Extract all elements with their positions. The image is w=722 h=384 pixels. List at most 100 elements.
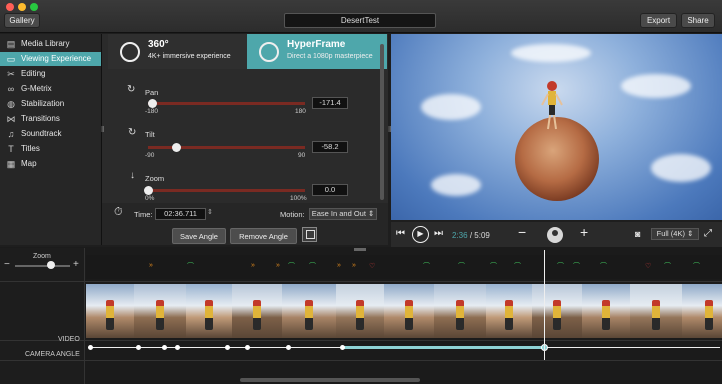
save-angle-button[interactable]: Save Angle bbox=[172, 228, 226, 244]
current-time: 2:36 bbox=[452, 231, 468, 240]
pan-min-label: -180 bbox=[145, 108, 159, 115]
gmetrix-marker[interactable]: ⌒ bbox=[458, 261, 465, 271]
timeline-scrollbar[interactable] bbox=[240, 378, 420, 382]
mode-360-option[interactable]: 360° 4K+ immersive experience bbox=[108, 34, 247, 69]
gmetrix-marker[interactable]: ⌒ bbox=[600, 261, 607, 271]
favorite-marker[interactable]: ♡ bbox=[369, 262, 375, 270]
keyframe-dot[interactable] bbox=[286, 345, 291, 350]
transition-marker[interactable]: » bbox=[251, 262, 255, 269]
filmstrip-rider bbox=[652, 300, 660, 330]
zoom-min-label: 0% bbox=[145, 195, 155, 202]
keyframe-dot[interactable] bbox=[245, 345, 250, 350]
timeline-zoom-handle[interactable] bbox=[47, 261, 55, 269]
zoom-in-button[interactable]: + bbox=[580, 224, 588, 240]
sidebar-item-titles[interactable]: T Titles bbox=[0, 142, 101, 156]
motion-select[interactable]: Ease In and Out ⇕ bbox=[309, 208, 377, 220]
sidebar-item-media-library[interactable]: ▤ Media Library bbox=[0, 37, 101, 51]
gmetrix-marker[interactable]: ⌒ bbox=[490, 261, 497, 271]
keyframe-dot[interactable] bbox=[136, 345, 141, 350]
sidebar-item-soundtrack[interactable]: ♫ Soundtrack bbox=[0, 127, 101, 141]
video-preview[interactable] bbox=[391, 34, 722, 220]
video-filmstrip[interactable] bbox=[86, 284, 722, 338]
sidebar-item-transitions[interactable]: ⋈ Transitions bbox=[0, 112, 101, 126]
remove-angle-button[interactable]: Remove Angle bbox=[230, 228, 297, 244]
playhead[interactable] bbox=[544, 250, 545, 360]
project-title-field[interactable]: DesertTest bbox=[284, 13, 436, 28]
transition-marker[interactable]: » bbox=[149, 262, 153, 269]
timeline-resize-handle[interactable] bbox=[354, 248, 366, 251]
avatar-head bbox=[552, 230, 558, 236]
zoom-value-input[interactable]: 0.0 bbox=[312, 184, 348, 196]
pan-slider-handle[interactable] bbox=[147, 99, 157, 108]
time-stepper[interactable]: ⇕ bbox=[207, 208, 213, 216]
camera-snapshot-icon[interactable]: ◙ bbox=[635, 229, 640, 239]
pan-slider-track[interactable] bbox=[148, 102, 305, 105]
export-button[interactable]: Export bbox=[640, 13, 677, 28]
keyframe-dot[interactable] bbox=[340, 345, 345, 350]
gmetrix-marker[interactable]: ⌒ bbox=[423, 261, 430, 271]
zoom-slider-track[interactable] bbox=[148, 189, 305, 192]
sidebar-item-stabilization[interactable]: ◍ Stabilization bbox=[0, 97, 101, 111]
panel-resize-handle[interactable]: ‖ bbox=[101, 125, 104, 143]
quality-select[interactable]: Full (4K) ⇕ bbox=[651, 228, 699, 240]
gmetrix-marker[interactable]: ⌒ bbox=[514, 261, 521, 271]
panel-scrollbar[interactable] bbox=[380, 44, 384, 200]
gallery-button[interactable]: Gallery bbox=[4, 13, 40, 28]
sidebar-item-map[interactable]: ▦ Map bbox=[0, 157, 101, 171]
sidebar-item-label: Editing bbox=[21, 69, 46, 78]
transition-marker[interactable]: » bbox=[352, 262, 356, 269]
close-window-button[interactable] bbox=[6, 3, 14, 11]
zoom-slider-handle[interactable] bbox=[144, 186, 153, 195]
chevron-updown-icon: ⇕ bbox=[687, 229, 694, 238]
preview-resize-handle[interactable]: ‖ bbox=[388, 125, 391, 134]
timeline-zoom-in-button[interactable]: + bbox=[73, 259, 79, 270]
tilt-max-label: 90 bbox=[298, 152, 306, 159]
minimize-window-button[interactable] bbox=[18, 3, 26, 11]
fullscreen-icon[interactable]: ⤢ bbox=[704, 228, 712, 239]
transition-marker[interactable]: » bbox=[337, 262, 341, 269]
skip-forward-icon[interactable]: ⏭ bbox=[434, 228, 443, 239]
gmetrix-marker[interactable]: ⌒ bbox=[557, 261, 564, 271]
rider-figure bbox=[541, 81, 563, 130]
time-input[interactable]: 02:36.711 bbox=[155, 208, 206, 220]
keyframe-dot[interactable] bbox=[88, 345, 93, 350]
tilt-slider-handle[interactable] bbox=[171, 143, 181, 152]
time-label: Time: bbox=[134, 210, 153, 219]
gmetrix-marker[interactable]: ⌒ bbox=[693, 261, 700, 271]
favorite-marker[interactable]: ♡ bbox=[645, 262, 651, 270]
sidebar-item-g-metrix[interactable]: ∞ G-Metrix bbox=[0, 82, 101, 96]
keyframe-dot[interactable] bbox=[162, 345, 167, 350]
cloud bbox=[651, 154, 711, 182]
tilt-value-input[interactable]: -58.2 bbox=[312, 141, 348, 153]
timeline-zoom-out-button[interactable]: − bbox=[4, 259, 10, 270]
zoom-window-button[interactable] bbox=[30, 3, 38, 11]
person-avatar-icon[interactable] bbox=[547, 227, 563, 243]
keyframe-dot[interactable] bbox=[225, 345, 230, 350]
gmetrix-marker[interactable]: ⌒ bbox=[664, 261, 671, 271]
sidebar-item-viewing-experience[interactable]: ▭ Viewing Experience bbox=[0, 52, 101, 66]
sidebar-item-editing[interactable]: ✂ Editing bbox=[0, 67, 101, 81]
lane-divider bbox=[0, 281, 722, 282]
pan-max-label: 180 bbox=[295, 108, 306, 115]
zoom-out-button[interactable]: − bbox=[518, 224, 526, 240]
skip-back-icon[interactable]: ⏮ bbox=[396, 228, 405, 239]
pan-value-input[interactable]: -171.4 bbox=[312, 97, 348, 109]
copy-angle-button[interactable] bbox=[302, 227, 317, 242]
markers-lane bbox=[86, 255, 722, 279]
share-button[interactable]: Share bbox=[681, 13, 715, 28]
sidebar-item-label: Media Library bbox=[21, 39, 70, 48]
timeline-zoom-slider[interactable] bbox=[15, 265, 70, 267]
play-icon: ▶ bbox=[417, 229, 424, 238]
gmetrix-marker[interactable]: ⌒ bbox=[187, 261, 194, 271]
filmstrip-frame bbox=[86, 284, 134, 338]
filmstrip-rider bbox=[456, 300, 464, 330]
gmetrix-marker[interactable]: ⌒ bbox=[573, 261, 580, 271]
sidebar-item-label: Transitions bbox=[21, 114, 60, 123]
transition-marker[interactable]: » bbox=[276, 262, 280, 269]
keyframe-dot[interactable] bbox=[175, 345, 180, 350]
gmetrix-marker[interactable]: ⌒ bbox=[309, 261, 316, 271]
mode-hyperframe-option[interactable]: HyperFrame Direct a 1080p masterpiece bbox=[247, 34, 387, 69]
play-button[interactable]: ▶ bbox=[412, 226, 429, 243]
gmetrix-marker[interactable]: ⌒ bbox=[288, 261, 295, 271]
filmstrip-frame bbox=[630, 284, 682, 338]
